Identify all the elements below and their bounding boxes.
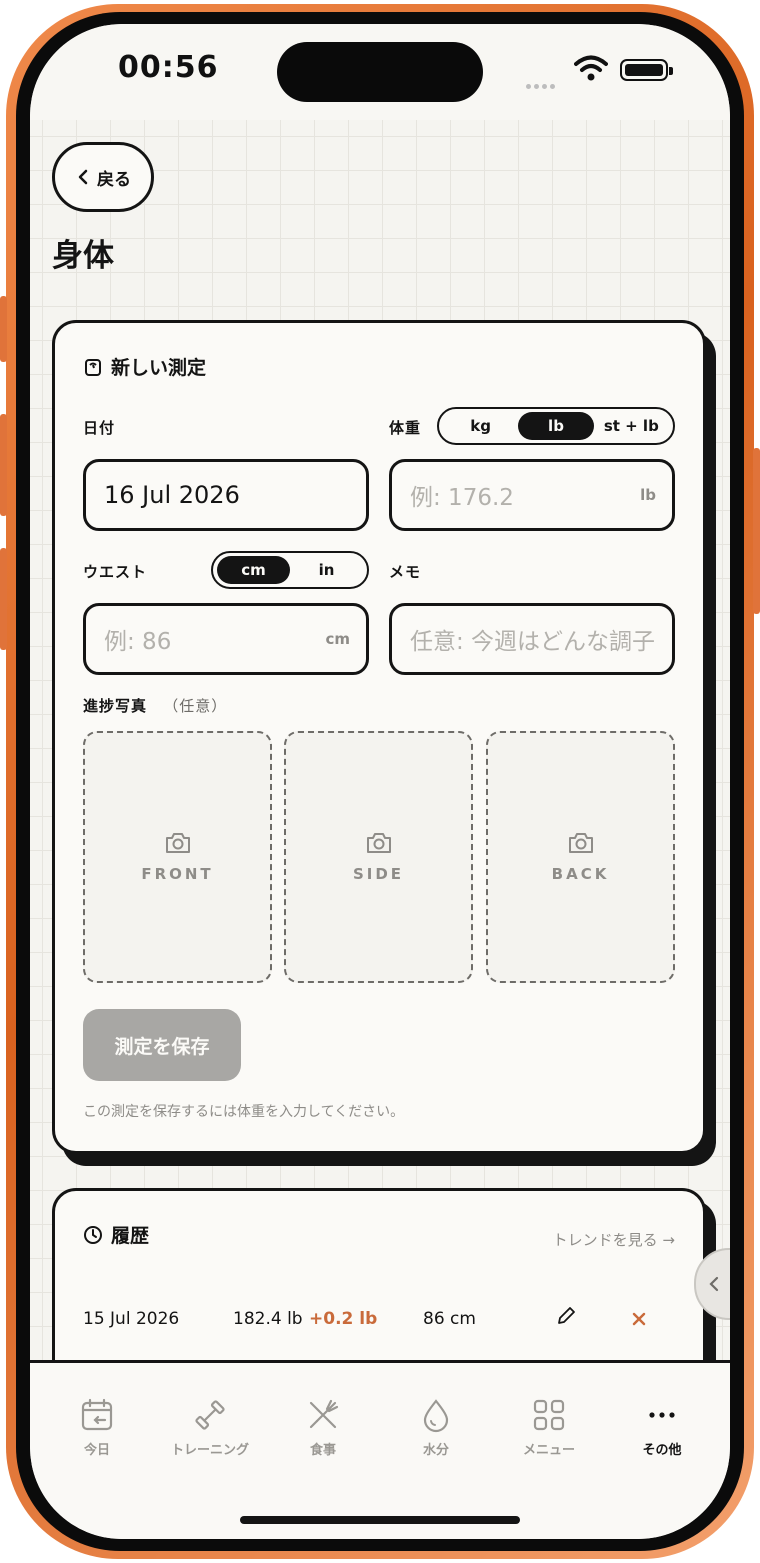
photo-slot-front-label: FRONT [141, 865, 214, 883]
date-value: 16 Jul 2026 [104, 481, 240, 509]
tab-meals[interactable]: 食事 [268, 1397, 378, 1458]
tab-water[interactable]: 水分 [381, 1397, 491, 1458]
side-button-power [753, 448, 760, 614]
back-label: 戻る [97, 169, 131, 190]
history-header: 履歴 [83, 1221, 149, 1248]
wifi-icon [574, 55, 608, 81]
history-row-delta: +0.2 lb [309, 1309, 378, 1329]
photo-slot-side-label: SIDE [352, 865, 405, 883]
edit-pencil-icon[interactable] [555, 1305, 577, 1327]
weight-field[interactable]: 例: 176.2 lb [389, 459, 675, 531]
dumbbell-icon [195, 1400, 225, 1430]
cellular-signal-icon [526, 74, 558, 93]
photo-slot-back-label: BACK [551, 865, 610, 883]
waist-label: ウエスト [83, 563, 148, 581]
camera-icon [165, 833, 190, 853]
weight-unit-toggle: kg lb st + lb [437, 407, 675, 445]
side-button-action [0, 296, 7, 362]
grid-icon [533, 1399, 565, 1431]
home-indicator [240, 1516, 520, 1524]
weight-unit-st-lb[interactable]: st + lb [594, 412, 669, 440]
photo-slot-side[interactable]: SIDE [284, 731, 473, 983]
new-measurement-title: 新しい測定 [111, 357, 207, 379]
photo-slot-back[interactable]: BACK [486, 731, 675, 983]
tab-water-label: 水分 [422, 1443, 449, 1458]
tab-bar: 今日 トレーニング 食事 水分 メニュー その他 [30, 1360, 730, 1539]
drop-icon [423, 1399, 449, 1433]
tab-meals-label: 食事 [309, 1443, 336, 1458]
scale-icon [85, 358, 101, 376]
dynamic-island [277, 42, 483, 102]
tab-today[interactable]: 今日 [42, 1397, 152, 1458]
waist-unit-in[interactable]: in [290, 556, 363, 584]
page-title: 身体 [52, 238, 114, 274]
utensils-icon [309, 1399, 339, 1429]
waist-unit-toggle: cm in [211, 551, 369, 589]
battery-icon [620, 59, 673, 81]
memo-field[interactable]: 任意: 今週はどんな調子 [389, 603, 675, 675]
camera-icon [366, 833, 391, 853]
memo-label: メモ [389, 563, 422, 581]
weight-unit-lb[interactable]: lb [518, 412, 594, 440]
weight-unit-kg[interactable]: kg [443, 412, 518, 440]
history-row-waist: 86 cm [423, 1309, 476, 1329]
status-bar: 00:56 [30, 24, 730, 120]
weight-placeholder: 例: 176.2 [410, 485, 514, 511]
tab-today-label: 今日 [83, 1443, 110, 1458]
side-button-volume-down [0, 548, 7, 650]
date-field[interactable]: 16 Jul 2026 [83, 459, 369, 531]
chevron-left-icon [78, 169, 88, 185]
progress-photos-optional: （任意） [163, 697, 228, 715]
camera-icon [568, 833, 593, 853]
photo-slot-front[interactable]: FRONT [83, 731, 272, 983]
tab-training-label: トレーニング [170, 1443, 249, 1458]
save-measurement-button[interactable]: 測定を保存 [83, 1009, 241, 1081]
tab-menu[interactable]: メニュー [494, 1397, 604, 1458]
screen: 00:56 戻る 身体 新しい測定 日付 体重 kg lb st + lb 16… [30, 24, 730, 1539]
status-time: 00:56 [118, 50, 219, 85]
waist-unit-cm[interactable]: cm [217, 556, 290, 584]
tab-more-label: その他 [642, 1443, 682, 1458]
chevron-left-icon [709, 1276, 719, 1292]
more-icon [649, 1412, 675, 1418]
view-trend-link[interactable]: トレンドを見る → [553, 1229, 675, 1250]
clock-icon [84, 1225, 102, 1244]
waist-placeholder: 例: 86 [104, 629, 172, 655]
progress-photos-title: 進捗写真 [83, 697, 148, 715]
history-title: 履歴 [111, 1225, 150, 1247]
new-measurement-header: 新しい測定 [83, 353, 206, 380]
weight-label: 体重 [389, 419, 422, 437]
waist-field[interactable]: 例: 86 cm [83, 603, 369, 675]
tab-menu-label: メニュー [522, 1443, 575, 1458]
new-measurement-card: 新しい測定 日付 体重 kg lb st + lb 16 Jul 2026 例:… [52, 320, 706, 1154]
back-button[interactable]: 戻る [52, 142, 154, 212]
weight-unit-suffix: lb [640, 486, 656, 504]
delete-close-icon[interactable] [631, 1311, 647, 1327]
history-row-date: 15 Jul 2026 [83, 1309, 180, 1329]
calendar-icon [81, 1398, 113, 1431]
side-button-volume-up [0, 414, 7, 516]
tab-more[interactable]: その他 [607, 1397, 717, 1458]
memo-placeholder: 任意: 今週はどんな調子 [410, 629, 654, 655]
date-label: 日付 [83, 419, 116, 437]
progress-photos-label: 進捗写真 （任意） [83, 695, 227, 716]
history-row-weight: 182.4 lb [233, 1309, 303, 1329]
tab-training[interactable]: トレーニング [155, 1397, 265, 1458]
save-hint: この測定を保存するには体重を入力してください。 [83, 1104, 405, 1120]
waist-unit-suffix: cm [325, 630, 350, 648]
